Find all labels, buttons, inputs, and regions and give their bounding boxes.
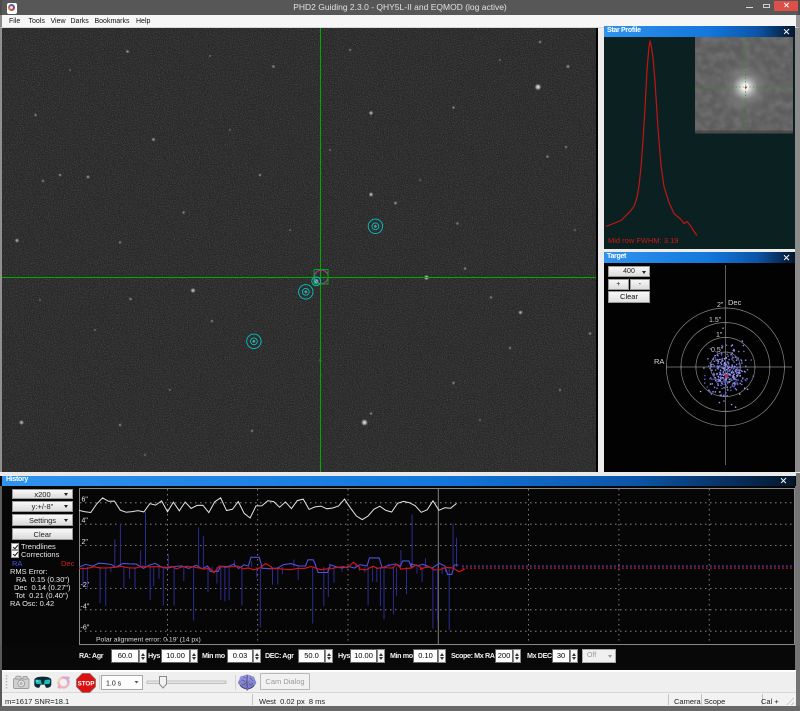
svg-text:-4": -4" [81,603,90,610]
svg-text:2": 2" [717,302,724,309]
svg-text:4": 4" [82,518,89,525]
svg-text:Dec: Dec [728,298,742,307]
svg-text:STOP: STOP [78,680,95,687]
svg-text:2": 2" [82,539,89,546]
svg-text:Polar alignment error: 0.19' (: Polar alignment error: 0.19' (14 px) [96,637,201,644]
svg-text:1.0 s: 1.0 s [106,680,122,687]
svg-text:1": 1" [716,332,723,339]
svg-text:6": 6" [82,496,89,503]
svg-text:1.5": 1.5" [709,317,722,324]
svg-text:Mid row FWHM: 3.19: Mid row FWHM: 3.19 [608,236,678,245]
svg-text:RA: RA [654,357,664,366]
svg-text:-2": -2" [81,582,90,589]
svg-text:-6": -6" [81,625,90,632]
